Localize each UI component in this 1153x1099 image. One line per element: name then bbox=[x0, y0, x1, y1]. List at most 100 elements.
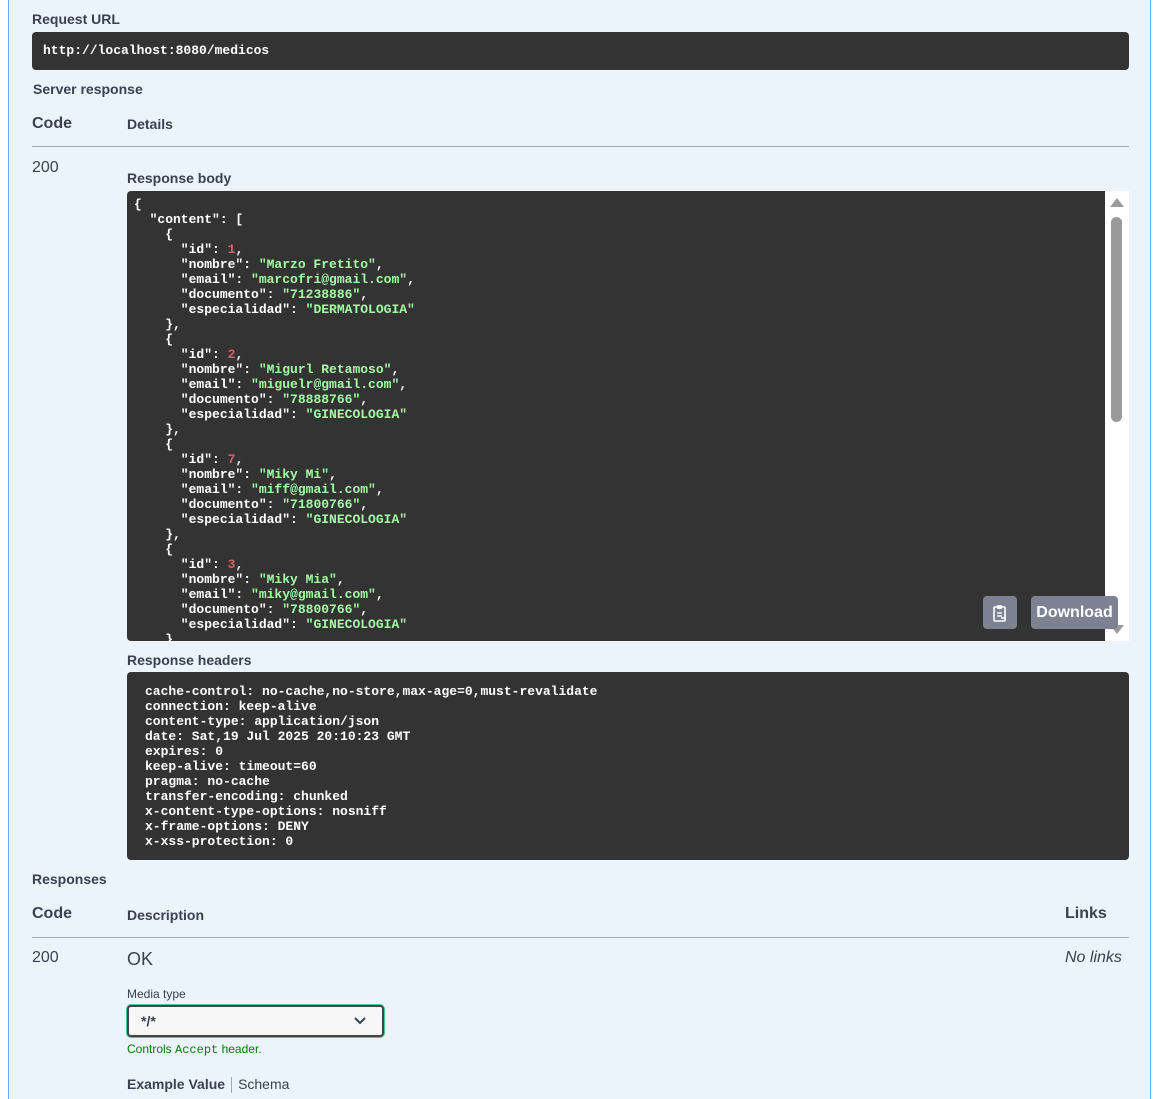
json-token: "DERMATOLOGIA" bbox=[305, 302, 415, 317]
json-token: "GINECOLOGIA" bbox=[305, 407, 408, 422]
response-header-line: x-xss-protection: 0 bbox=[145, 834, 294, 849]
json-token: "id": bbox=[134, 347, 228, 362]
json-token: "especialidad": bbox=[134, 512, 306, 527]
json-token: "marcofri@gmail.com" bbox=[251, 272, 408, 287]
json-token: "GINECOLOGIA" bbox=[305, 617, 408, 632]
json-token: "71238886" bbox=[282, 287, 361, 302]
response-body-scrollbar[interactable] bbox=[1105, 191, 1129, 641]
response-header-line: x-frame-options: DENY bbox=[145, 819, 309, 834]
tab-example-value[interactable]: Example Value bbox=[127, 1076, 225, 1092]
response-links: No links bbox=[1065, 949, 1122, 966]
json-token: "71800766" bbox=[282, 497, 361, 512]
json-token: }, bbox=[134, 422, 181, 437]
json-token: "Miky Mi" bbox=[258, 467, 330, 482]
json-token: "id": bbox=[134, 557, 228, 572]
json-token: , bbox=[399, 377, 408, 392]
tab-schema[interactable]: Schema bbox=[238, 1076, 289, 1092]
response-body-line: "id": 3, bbox=[134, 557, 243, 572]
json-token: , bbox=[235, 347, 244, 362]
server-response-details-header: Details bbox=[127, 116, 173, 132]
server-response-label: Server response bbox=[33, 81, 143, 97]
response-description: OK bbox=[127, 949, 154, 969]
json-token: , bbox=[375, 482, 384, 497]
json-token: , bbox=[235, 242, 244, 257]
response-headers-label: Response headers bbox=[127, 652, 252, 668]
response-header-line: keep-alive: timeout=60 bbox=[145, 759, 317, 774]
response-body-line: "especialidad": "GINECOLOGIA" bbox=[134, 407, 407, 422]
json-token: }, bbox=[134, 317, 181, 332]
response-body-line: "id": 7, bbox=[134, 452, 243, 467]
scroll-up-arrow-icon[interactable] bbox=[1110, 198, 1124, 207]
json-token: "documento": bbox=[134, 602, 283, 617]
download-button[interactable]: Download bbox=[1031, 596, 1118, 629]
json-token: "Miky Mia" bbox=[258, 572, 337, 587]
json-token: "nombre": bbox=[134, 362, 259, 377]
response-header-line: content-type: application/json bbox=[145, 714, 380, 729]
response-body-line: "documento": "78888766", bbox=[134, 392, 368, 407]
response-body-line: "especialidad": "GINECOLOGIA" bbox=[134, 512, 407, 527]
response-headers: cache-control: no-cache,no-store,max-age… bbox=[127, 672, 1129, 860]
json-token: { bbox=[134, 437, 174, 452]
json-token: "especialidad": bbox=[134, 407, 306, 422]
request-url-value: http://localhost:8080/medicos bbox=[43, 43, 270, 58]
response-body-line: "id": 2, bbox=[134, 347, 243, 362]
json-token: "id": bbox=[134, 452, 228, 467]
json-token: "documento": bbox=[134, 497, 283, 512]
json-token: { bbox=[134, 542, 174, 557]
json-token: , bbox=[391, 362, 400, 377]
json-token: "nombre": bbox=[134, 467, 259, 482]
response-body-json: { "content": [ { "id": 1, "nombre": "Mar… bbox=[127, 191, 1129, 641]
copy-to-clipboard-button[interactable] bbox=[983, 596, 1017, 629]
server-response-code: 200 bbox=[32, 159, 59, 176]
operation-panel: Request URL http://localhost:8080/medico… bbox=[8, 0, 1151, 1099]
json-token: "78888766" bbox=[282, 392, 361, 407]
chevron-down-icon bbox=[354, 1017, 366, 1025]
response-body-line: "documento": "71238886", bbox=[134, 287, 368, 302]
response-body-line: "especialidad": "DERMATOLOGIA" bbox=[134, 302, 415, 317]
response-body[interactable]: { "content": [ { "id": 1, "nombre": "Mar… bbox=[127, 191, 1129, 641]
server-response-code-header: Code bbox=[32, 115, 72, 132]
response-body-line: "especialidad": "GINECOLOGIA" bbox=[134, 617, 407, 632]
server-response-divider bbox=[32, 146, 1129, 147]
json-token: "miff@gmail.com" bbox=[251, 482, 376, 497]
response-header-line: cache-control: no-cache,no-store,max-age… bbox=[145, 684, 598, 699]
controls-prefix: Controls bbox=[127, 1042, 176, 1056]
json-token: "documento": bbox=[134, 287, 283, 302]
response-body-line: "email": "marcofri@gmail.com", bbox=[134, 272, 415, 287]
json-token: , bbox=[336, 572, 345, 587]
json-token: "email": bbox=[134, 377, 252, 392]
response-header-line: x-content-type-options: nosniff bbox=[145, 804, 387, 819]
scroll-thumb[interactable] bbox=[1111, 217, 1122, 422]
response-body-line: "nombre": "Miky Mia", bbox=[134, 572, 345, 587]
response-body-line: "documento": "71800766", bbox=[134, 497, 368, 512]
json-token: "content": [ bbox=[134, 212, 244, 227]
example-schema-tabs: Example Value Schema bbox=[127, 1076, 289, 1094]
response-body-line: { bbox=[134, 542, 173, 557]
response-header-line: connection: keep-alive bbox=[145, 699, 317, 714]
response-body-line: "id": 1, bbox=[134, 242, 243, 257]
json-token: , bbox=[235, 557, 244, 572]
response-body-line: }, bbox=[134, 422, 181, 437]
responses-description-header: Description bbox=[127, 907, 205, 923]
response-body-line: "email": "miff@gmail.com", bbox=[134, 482, 384, 497]
response-body-line: }, bbox=[134, 527, 181, 542]
request-url-box: http://localhost:8080/medicos bbox=[32, 32, 1129, 70]
response-header-line: pragma: no-cache bbox=[145, 774, 270, 789]
response-header-line: expires: 0 bbox=[145, 744, 224, 759]
response-body-line: "email": "miguelr@gmail.com", bbox=[134, 377, 407, 392]
json-token: , bbox=[235, 452, 244, 467]
responses-links-header: Links bbox=[1065, 905, 1107, 922]
media-type-select[interactable]: */* bbox=[127, 1005, 384, 1037]
json-token: "nombre": bbox=[134, 572, 259, 587]
json-token: "miky@gmail.com" bbox=[251, 587, 376, 602]
json-token: } bbox=[134, 632, 174, 641]
controls-code: Accept bbox=[175, 1043, 219, 1057]
json-token: , bbox=[375, 257, 384, 272]
media-type-value: */* bbox=[141, 1013, 156, 1029]
response-header-line: transfer-encoding: chunked bbox=[145, 789, 348, 804]
json-token: { bbox=[134, 197, 142, 212]
json-token: "documento": bbox=[134, 392, 283, 407]
clipboard-icon bbox=[993, 604, 1006, 622]
response-body-line: }, bbox=[134, 317, 181, 332]
response-body-line: "nombre": "Migurl Retamoso", bbox=[134, 362, 399, 377]
